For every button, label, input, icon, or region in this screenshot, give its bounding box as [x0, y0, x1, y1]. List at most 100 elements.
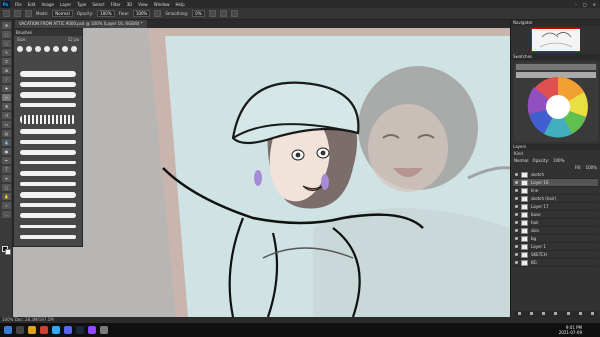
layer-row[interactable]: Layer 16 [513, 179, 598, 187]
document-tab[interactable]: VACATION FROM ATTIC 9000.psd @ 100% (Lay… [15, 20, 147, 28]
menu-select[interactable]: Select [92, 2, 104, 7]
start-menu-icon[interactable] [4, 326, 12, 334]
menu-3d[interactable]: 3D [127, 2, 133, 7]
quick-select-tool-icon[interactable]: ✎ [2, 49, 11, 56]
layer-row[interactable]: skin [513, 227, 598, 235]
layer-row[interactable]: sketch (hair) [513, 195, 598, 203]
menu-edit[interactable]: Edit [28, 2, 36, 7]
app-icon[interactable] [100, 326, 108, 334]
flow-field[interactable]: 100% [132, 10, 151, 17]
eye-icon[interactable] [515, 181, 518, 184]
blur-tool-icon[interactable]: 💧 [2, 139, 11, 146]
layer-opacity-value[interactable]: 100% [553, 158, 564, 163]
maximize-button[interactable]: □ [583, 2, 587, 7]
navigator-thumbnail[interactable] [531, 28, 580, 52]
layer-row[interactable]: SKETCH [513, 251, 598, 259]
menu-window[interactable]: Window [154, 2, 170, 7]
layer-row[interactable]: sketch [513, 171, 598, 179]
angle-icon[interactable] [219, 10, 227, 17]
brush-stroke-preview[interactable] [20, 213, 76, 218]
layer-row[interactable]: Layer 17 [513, 203, 598, 211]
healing-tool-icon[interactable]: ✚ [2, 85, 11, 92]
brush-stroke-preview[interactable] [20, 115, 76, 124]
brush-stroke-preview[interactable] [20, 82, 76, 87]
menu-view[interactable]: View [138, 2, 148, 7]
smoothing-options-icon[interactable] [208, 10, 216, 17]
eye-icon[interactable] [515, 261, 518, 264]
eye-icon[interactable] [515, 221, 518, 224]
eye-icon[interactable] [515, 213, 518, 216]
layer-row[interactable]: Layer 1 [513, 243, 598, 251]
delete-layer-icon[interactable] [591, 312, 595, 315]
hand-tool-icon[interactable]: ✋ [2, 193, 11, 200]
brush-stroke-preview[interactable] [20, 171, 76, 176]
brush-stroke-preview[interactable] [20, 150, 76, 155]
symmetry-icon[interactable] [230, 10, 238, 17]
brush-size-value[interactable]: 12 px [68, 37, 79, 43]
file-explorer-icon[interactable] [28, 326, 36, 334]
history-brush-icon[interactable]: ↺ [2, 112, 11, 119]
photoshop-taskbar-icon[interactable] [52, 326, 60, 334]
brush-tool-preset-icon[interactable] [14, 10, 21, 17]
color-wheel-palette[interactable] [514, 62, 598, 142]
layer-style-icon[interactable] [529, 312, 533, 315]
more-tools-icon[interactable]: … [2, 211, 11, 218]
move-tool-icon[interactable]: ✥ [2, 22, 11, 29]
eye-icon[interactable] [515, 245, 518, 248]
brush-settings-icon[interactable] [25, 10, 32, 17]
eye-icon[interactable] [515, 237, 518, 240]
opacity-field[interactable]: 100% [97, 10, 115, 17]
new-layer-icon[interactable] [579, 312, 583, 315]
layer-blend-mode[interactable]: Normal [514, 158, 528, 163]
smoothing-field[interactable]: 0% [192, 10, 205, 17]
home-icon[interactable] [3, 10, 10, 17]
adjustment-icon[interactable] [554, 312, 558, 315]
minimize-button[interactable]: – [575, 2, 577, 7]
layer-row[interactable]: base [513, 211, 598, 219]
brush-stroke-preview[interactable] [20, 225, 76, 228]
eraser-tool-icon[interactable]: ▭ [2, 121, 11, 128]
frame-tool-icon[interactable]: ⊠ [2, 67, 11, 74]
brush-stroke-preview[interactable] [20, 203, 76, 207]
eye-icon[interactable] [515, 229, 518, 232]
menu-help[interactable]: Help [175, 2, 184, 7]
steam-icon[interactable] [76, 326, 84, 334]
eye-icon[interactable] [515, 173, 518, 176]
eye-icon[interactable] [515, 189, 518, 192]
eye-icon[interactable] [515, 205, 518, 208]
menu-type[interactable]: Type [77, 2, 86, 7]
layer-fill-value[interactable]: 100% [586, 165, 597, 170]
menu-image[interactable]: Image [41, 2, 54, 7]
document-canvas[interactable] [13, 28, 510, 317]
crop-tool-icon[interactable]: ⌗ [2, 58, 11, 65]
brush-stroke-preview[interactable] [20, 192, 76, 198]
eye-icon[interactable] [515, 197, 518, 200]
brush-stroke-preview[interactable] [20, 92, 76, 98]
brush-stroke-preview[interactable] [20, 71, 76, 77]
dodge-tool-icon[interactable]: ● [2, 148, 11, 155]
brush-stroke-preview[interactable] [20, 235, 76, 239]
zoom-tool-icon[interactable]: ⌕ [2, 202, 11, 209]
search-icon[interactable] [16, 326, 24, 334]
mask-icon[interactable] [542, 312, 546, 315]
menu-layer[interactable]: Layer [60, 2, 71, 7]
lasso-tool-icon[interactable]: ◌ [2, 40, 11, 47]
twitch-icon[interactable] [88, 326, 96, 334]
type-tool-icon[interactable]: T [2, 166, 11, 173]
airbrush-icon[interactable] [154, 10, 162, 17]
eye-icon[interactable] [515, 253, 518, 256]
mode-select[interactable]: Normal [52, 10, 73, 17]
browser-icon[interactable] [40, 326, 48, 334]
layer-row[interactable]: line [513, 187, 598, 195]
brush-stroke-preview[interactable] [20, 129, 76, 134]
eyedropper-tool-icon[interactable]: ⁄ [2, 76, 11, 83]
menu-file[interactable]: File [15, 2, 22, 7]
marquee-tool-icon[interactable]: ⬚ [2, 31, 11, 38]
link-layers-icon[interactable] [517, 312, 521, 315]
background-color-swatch[interactable] [5, 249, 11, 255]
brush-preset-tips[interactable] [14, 44, 82, 54]
shape-tool-icon[interactable]: ▢ [2, 184, 11, 191]
layer-row[interactable]: BG [513, 259, 598, 267]
brush-stroke-preview[interactable] [20, 182, 76, 186]
brush-tool-icon[interactable]: ✏ [2, 94, 11, 101]
